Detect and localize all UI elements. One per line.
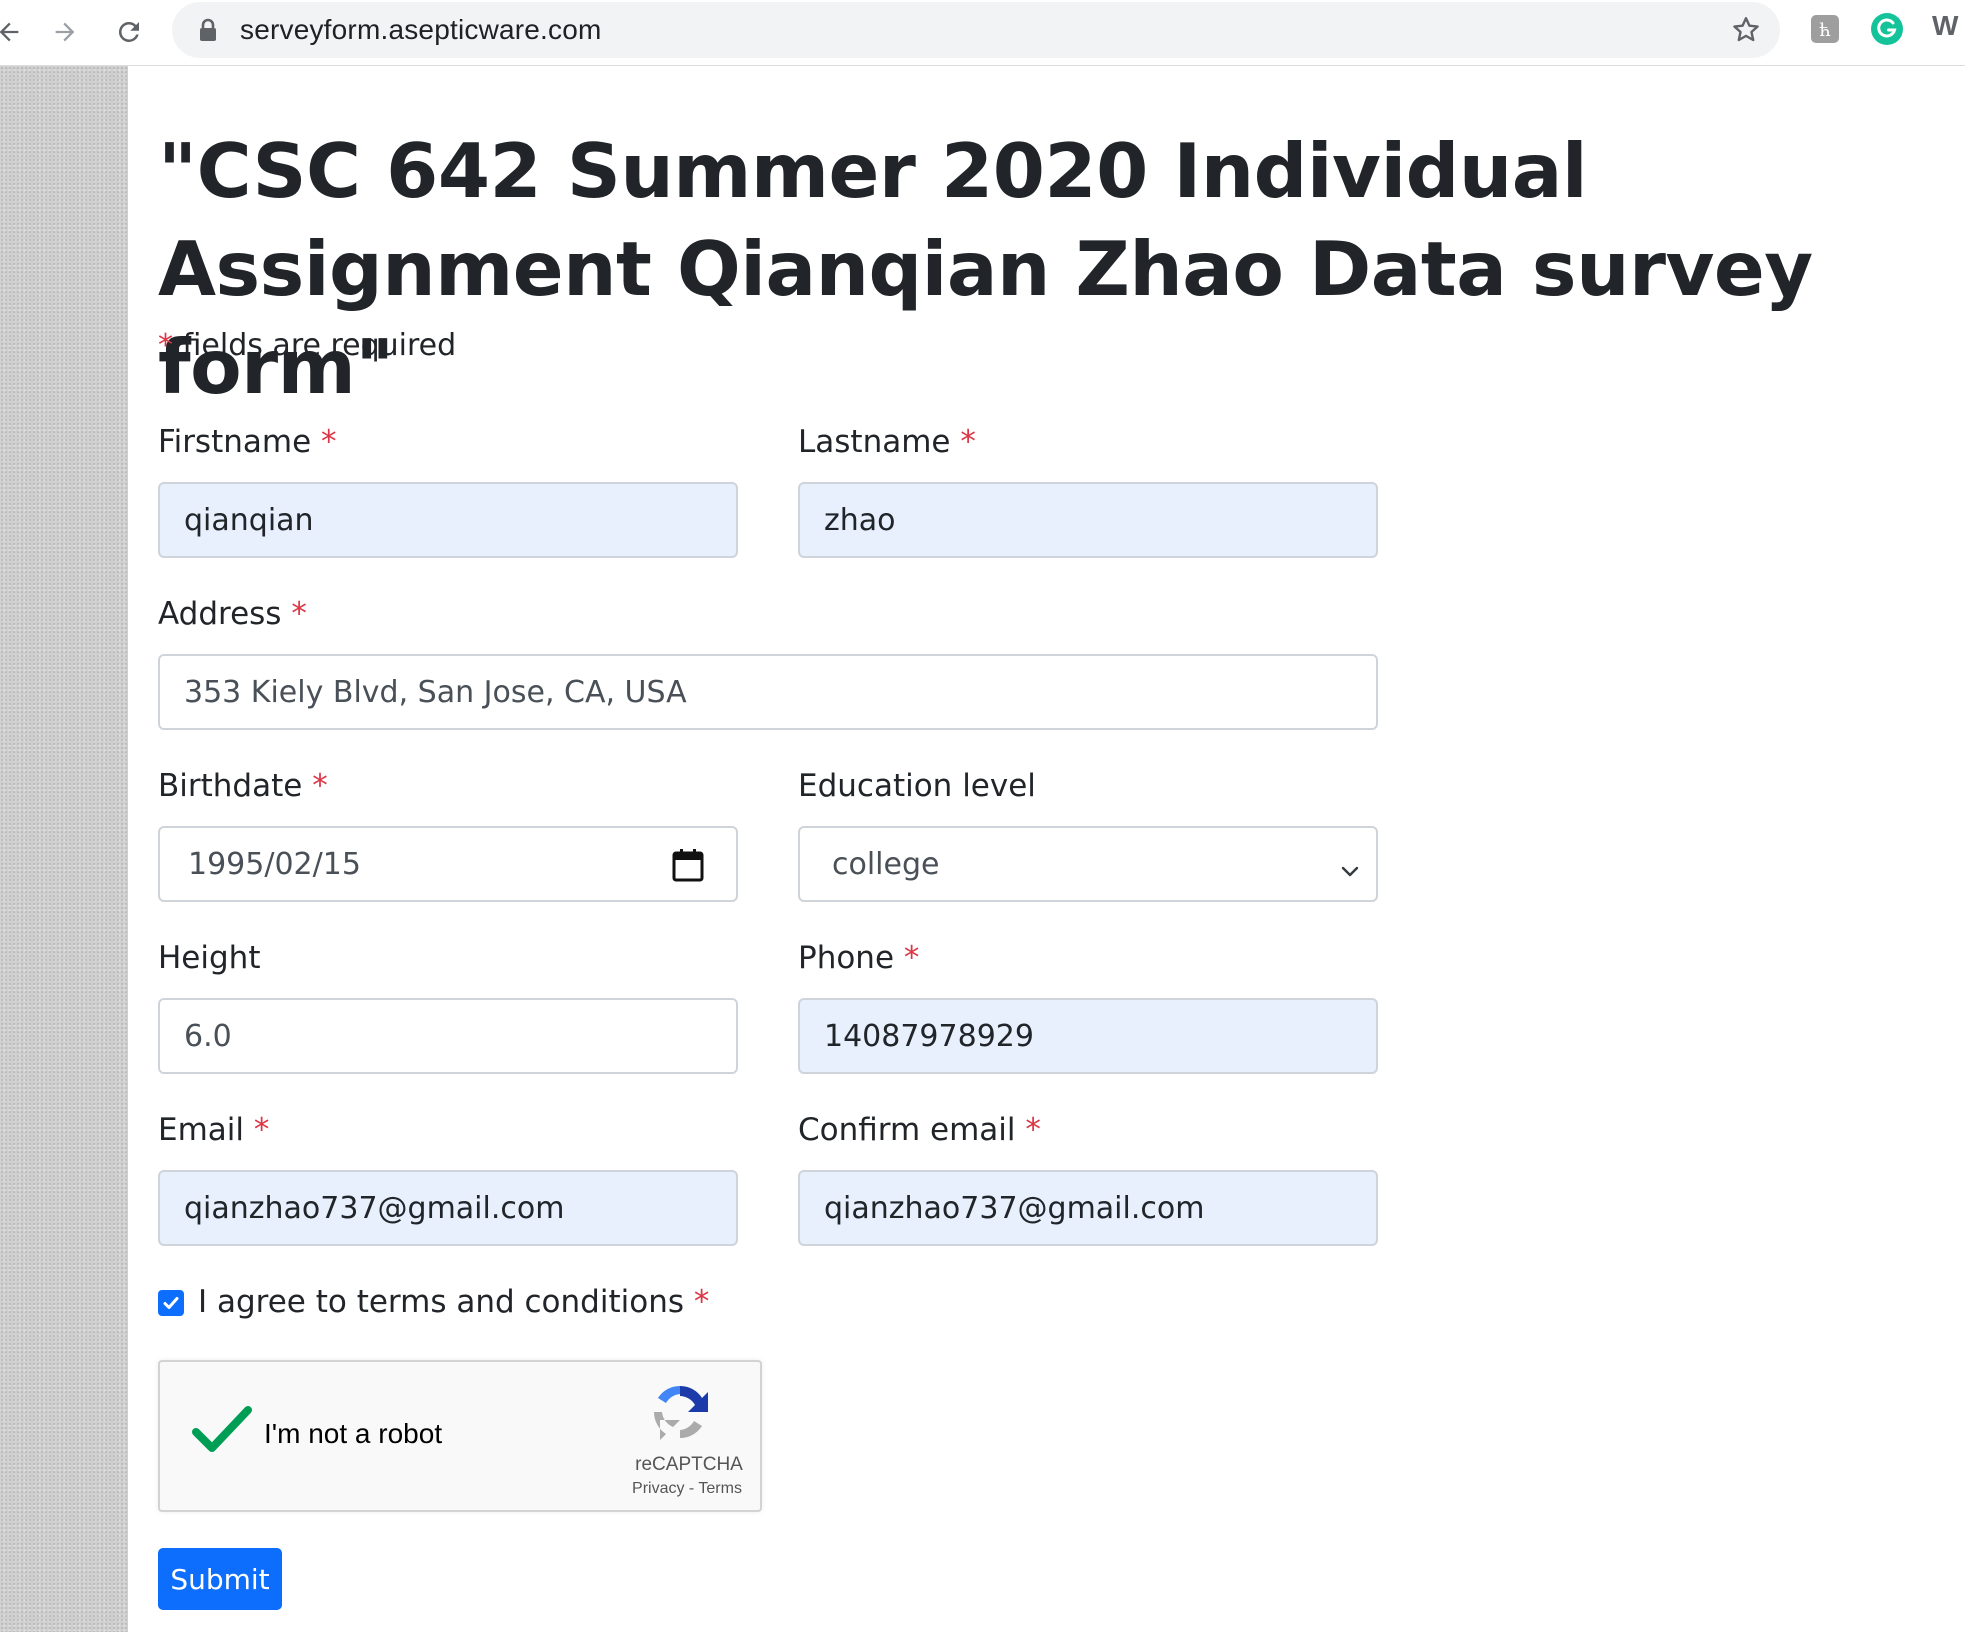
grammarly-icon[interactable]	[1870, 12, 1904, 46]
recaptcha-check-icon[interactable]	[190, 1402, 254, 1460]
education-label-text: Education level	[798, 768, 1036, 804]
lastname-input[interactable]: zhao	[798, 482, 1378, 558]
education-select[interactable]: college	[798, 826, 1378, 902]
email-input[interactable]: qianzhao737@gmail.com	[158, 1170, 738, 1246]
url-text[interactable]: serveyform.asepticware.com	[240, 14, 602, 46]
height-input[interactable]: 6.0	[158, 998, 738, 1074]
lock-icon	[198, 18, 218, 46]
firstname-input[interactable]: qianqian	[158, 482, 738, 558]
required-asterisk: *	[1025, 1112, 1041, 1148]
address-value: 353 Kiely Blvd, San Jose, CA, USA	[184, 674, 687, 710]
confirm-email-value: qianzhao737@gmail.com	[824, 1190, 1205, 1226]
birthdate-label-text: Birthdate	[158, 768, 303, 804]
required-asterisk: *	[158, 328, 173, 363]
recaptcha-label: I'm not a robot	[264, 1418, 443, 1449]
back-button[interactable]	[0, 9, 32, 55]
forward-button[interactable]	[42, 9, 88, 55]
confirm-email-input[interactable]: qianzhao737@gmail.com	[798, 1170, 1378, 1246]
recaptcha-logo-icon	[648, 1380, 712, 1448]
reload-button[interactable]	[106, 9, 152, 55]
browser-toolbar: serveyform.asepticware.com ћ W	[0, 0, 1965, 66]
reload-icon	[118, 21, 139, 42]
checkmark-icon	[163, 1297, 179, 1309]
recaptcha-widget: I'm not a robot reCAPTCHA Privacy - Term…	[158, 1360, 762, 1512]
address-bar[interactable]: serveyform.asepticware.com	[172, 2, 1780, 58]
height-value: 6.0	[184, 1018, 232, 1054]
required-asterisk: *	[693, 1284, 710, 1320]
required-asterisk: *	[960, 424, 976, 460]
terms-checkbox[interactable]	[158, 1290, 184, 1316]
email-value: qianzhao737@gmail.com	[184, 1190, 565, 1226]
required-asterisk: *	[291, 596, 307, 632]
height-label-text: Height	[158, 940, 261, 976]
required-note: * fields are required	[158, 328, 456, 363]
confirm-email-label: Confirm email *	[798, 1112, 1041, 1148]
birthdate-input[interactable]: 1995/02/15	[158, 826, 738, 902]
email-label: Email *	[158, 1112, 269, 1148]
firstname-label-text: Firstname	[158, 424, 312, 460]
lastname-value: zhao	[824, 502, 896, 538]
arrow-left-icon	[0, 22, 19, 42]
required-asterisk: *	[903, 940, 920, 976]
phone-value: 14087978929	[824, 1018, 1034, 1054]
page-title: "CSC 642 Summer 2020 Individual Assignme…	[158, 127, 1813, 411]
birthdate-value: 1995/02/15	[188, 846, 361, 882]
firstname-label: Firstname *	[158, 424, 337, 460]
lastname-label-text: Lastname	[798, 424, 951, 460]
height-label: Height	[158, 940, 260, 976]
address-label-text: Address	[158, 596, 282, 632]
submit-button[interactable]: Submit	[158, 1548, 282, 1610]
firstname-value: qianqian	[184, 502, 314, 538]
terms-label-text[interactable]: I agree to terms and conditions	[198, 1284, 684, 1320]
email-label-text: Email	[158, 1112, 245, 1148]
recaptcha-terms-link[interactable]: Terms	[698, 1480, 742, 1497]
recaptcha-link-separator: -	[684, 1480, 699, 1497]
phone-label: Phone *	[798, 940, 919, 976]
required-asterisk: *	[312, 768, 328, 804]
phone-input[interactable]: 14087978929	[798, 998, 1378, 1074]
recaptcha-links: Privacy - Terms	[612, 1480, 762, 1498]
calendar-icon[interactable]	[672, 848, 704, 890]
address-input[interactable]: 353 Kiely Blvd, San Jose, CA, USA	[158, 654, 1378, 730]
arrow-right-icon	[55, 22, 75, 42]
birthdate-label: Birthdate *	[158, 768, 328, 804]
required-asterisk: *	[321, 424, 337, 460]
page-side-background	[0, 66, 128, 1632]
education-label: Education level	[798, 768, 1036, 804]
bookmark-star-icon[interactable]	[1730, 14, 1762, 50]
address-label: Address *	[158, 596, 307, 632]
phone-label-text: Phone	[798, 940, 895, 976]
required-asterisk: *	[253, 1112, 270, 1148]
recaptcha-privacy-link[interactable]: Privacy	[632, 1480, 684, 1497]
confirm-email-label-text: Confirm email	[798, 1112, 1016, 1148]
terms-label[interactable]: I agree to terms and conditions *	[198, 1284, 709, 1320]
required-note-text: fields are required	[173, 328, 457, 363]
extension-puzzle-icon[interactable]: ћ	[1808, 12, 1842, 46]
education-value: college	[832, 846, 940, 882]
recaptcha-brand: reCAPTCHA	[635, 1454, 743, 1475]
svg-text:ћ: ћ	[1819, 20, 1831, 41]
extension-w-icon[interactable]: W	[1932, 10, 1958, 42]
chevron-down-icon	[1340, 854, 1360, 889]
lastname-label: Lastname *	[798, 424, 976, 460]
